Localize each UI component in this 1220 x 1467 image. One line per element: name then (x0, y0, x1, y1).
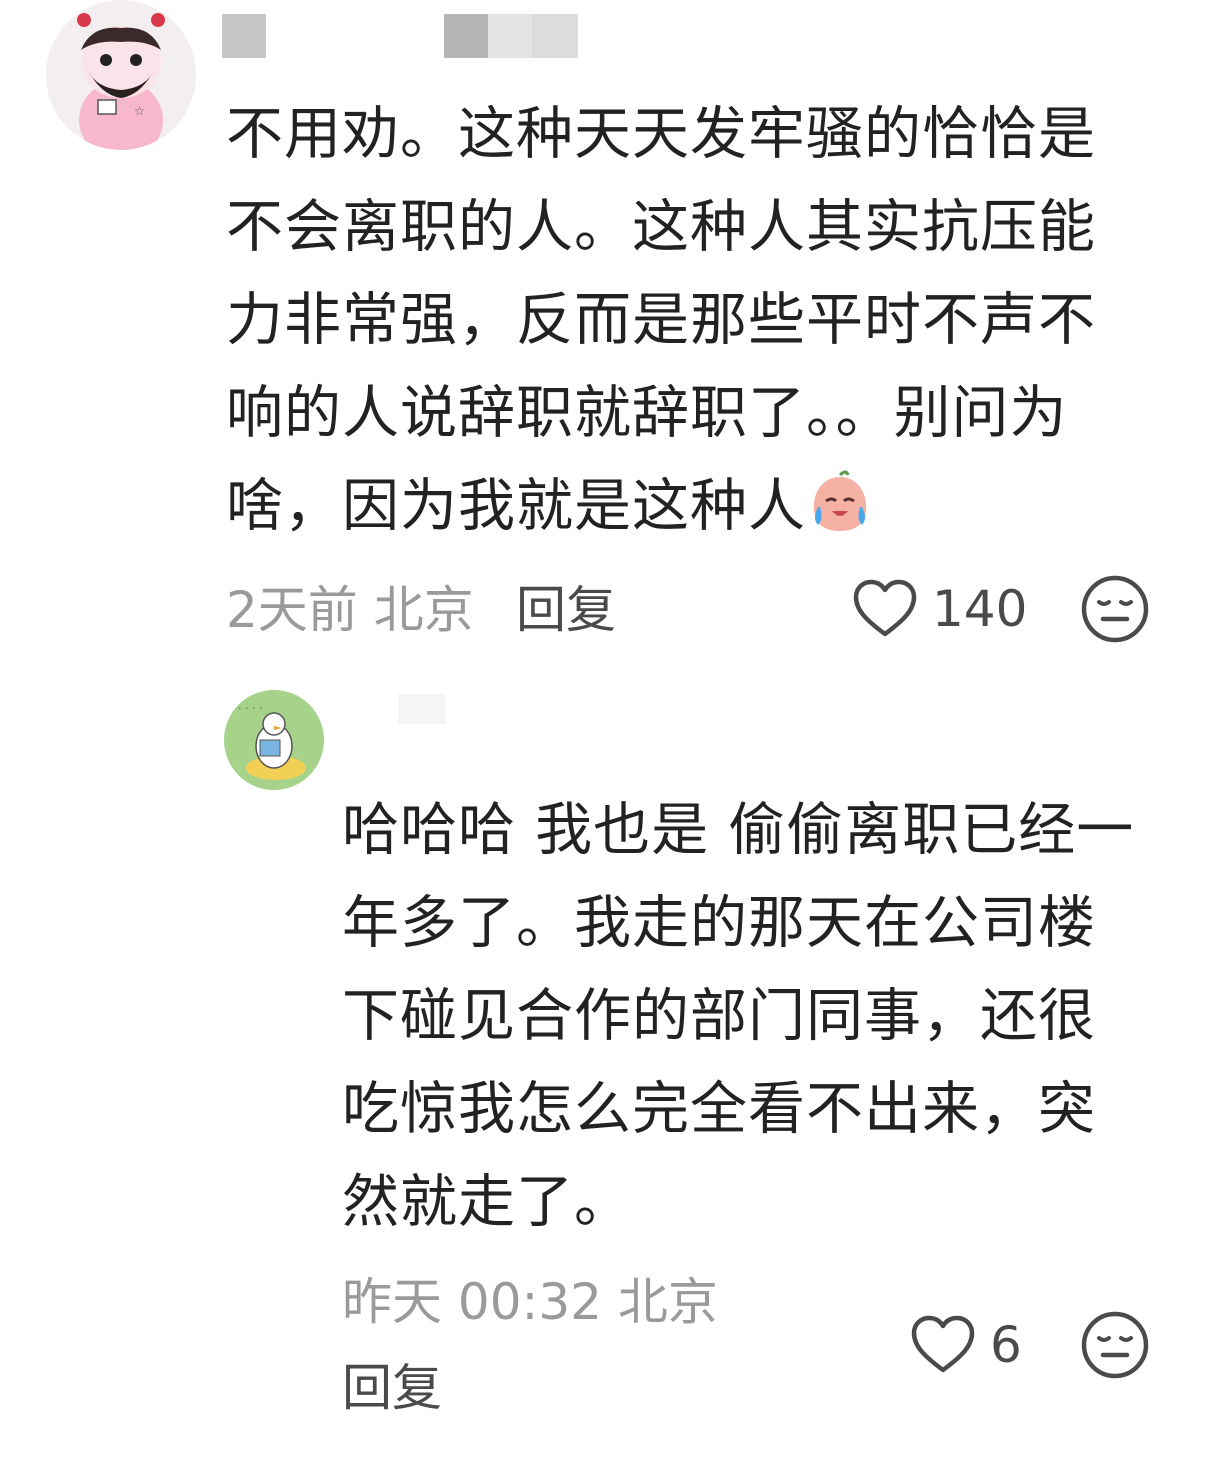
dislike-button[interactable] (1080, 574, 1150, 648)
username-redacted[interactable] (398, 694, 446, 738)
comment-text: 不用劝。这种天天发牢骚的恰恰是 不会离职的人。这种人其实抗压能 力非常强，反而是… (226, 101, 1096, 539)
like-count: 6 (990, 1316, 1022, 1374)
dislike-button[interactable] (1080, 1310, 1150, 1384)
reply-button[interactable]: 回复 (516, 580, 616, 640)
meh-face-icon (1081, 1311, 1149, 1379)
comment-location: 北京 (373, 581, 474, 639)
cartoon-avatar-icon: ☆ (46, 0, 196, 150)
like-count: 140 (932, 580, 1028, 638)
username-redacted[interactable] (222, 14, 582, 58)
svg-text:· · · ·: · · · · (238, 702, 262, 715)
reply-button[interactable]: 回复 (342, 1358, 442, 1418)
like-button[interactable]: 6 (910, 1314, 1022, 1376)
comment-meta: 2天前 北京 (226, 580, 474, 640)
user-avatar[interactable]: · · · · (224, 690, 324, 790)
comment-meta: 昨天 00:32 北京 (342, 1272, 718, 1332)
comment-text: 哈哈哈 我也是 偷偷离职已经一 年多了。我走的那天在公司楼 下碰见合作的部门同事… (342, 797, 1135, 1235)
svg-text:☆: ☆ (134, 104, 145, 118)
user-avatar[interactable]: ☆ (46, 0, 196, 150)
comment-time: 昨天 00:32 (342, 1273, 602, 1331)
heart-icon (853, 579, 917, 637)
meh-face-icon (1081, 575, 1149, 643)
heart-icon (911, 1315, 975, 1373)
like-button[interactable]: 140 (852, 578, 1027, 640)
crying-face-icon (813, 470, 867, 531)
duck-reading-avatar-icon: · · · · (224, 690, 324, 790)
comment-time: 2天前 (226, 581, 358, 639)
comment-location: 北京 (617, 1273, 718, 1331)
